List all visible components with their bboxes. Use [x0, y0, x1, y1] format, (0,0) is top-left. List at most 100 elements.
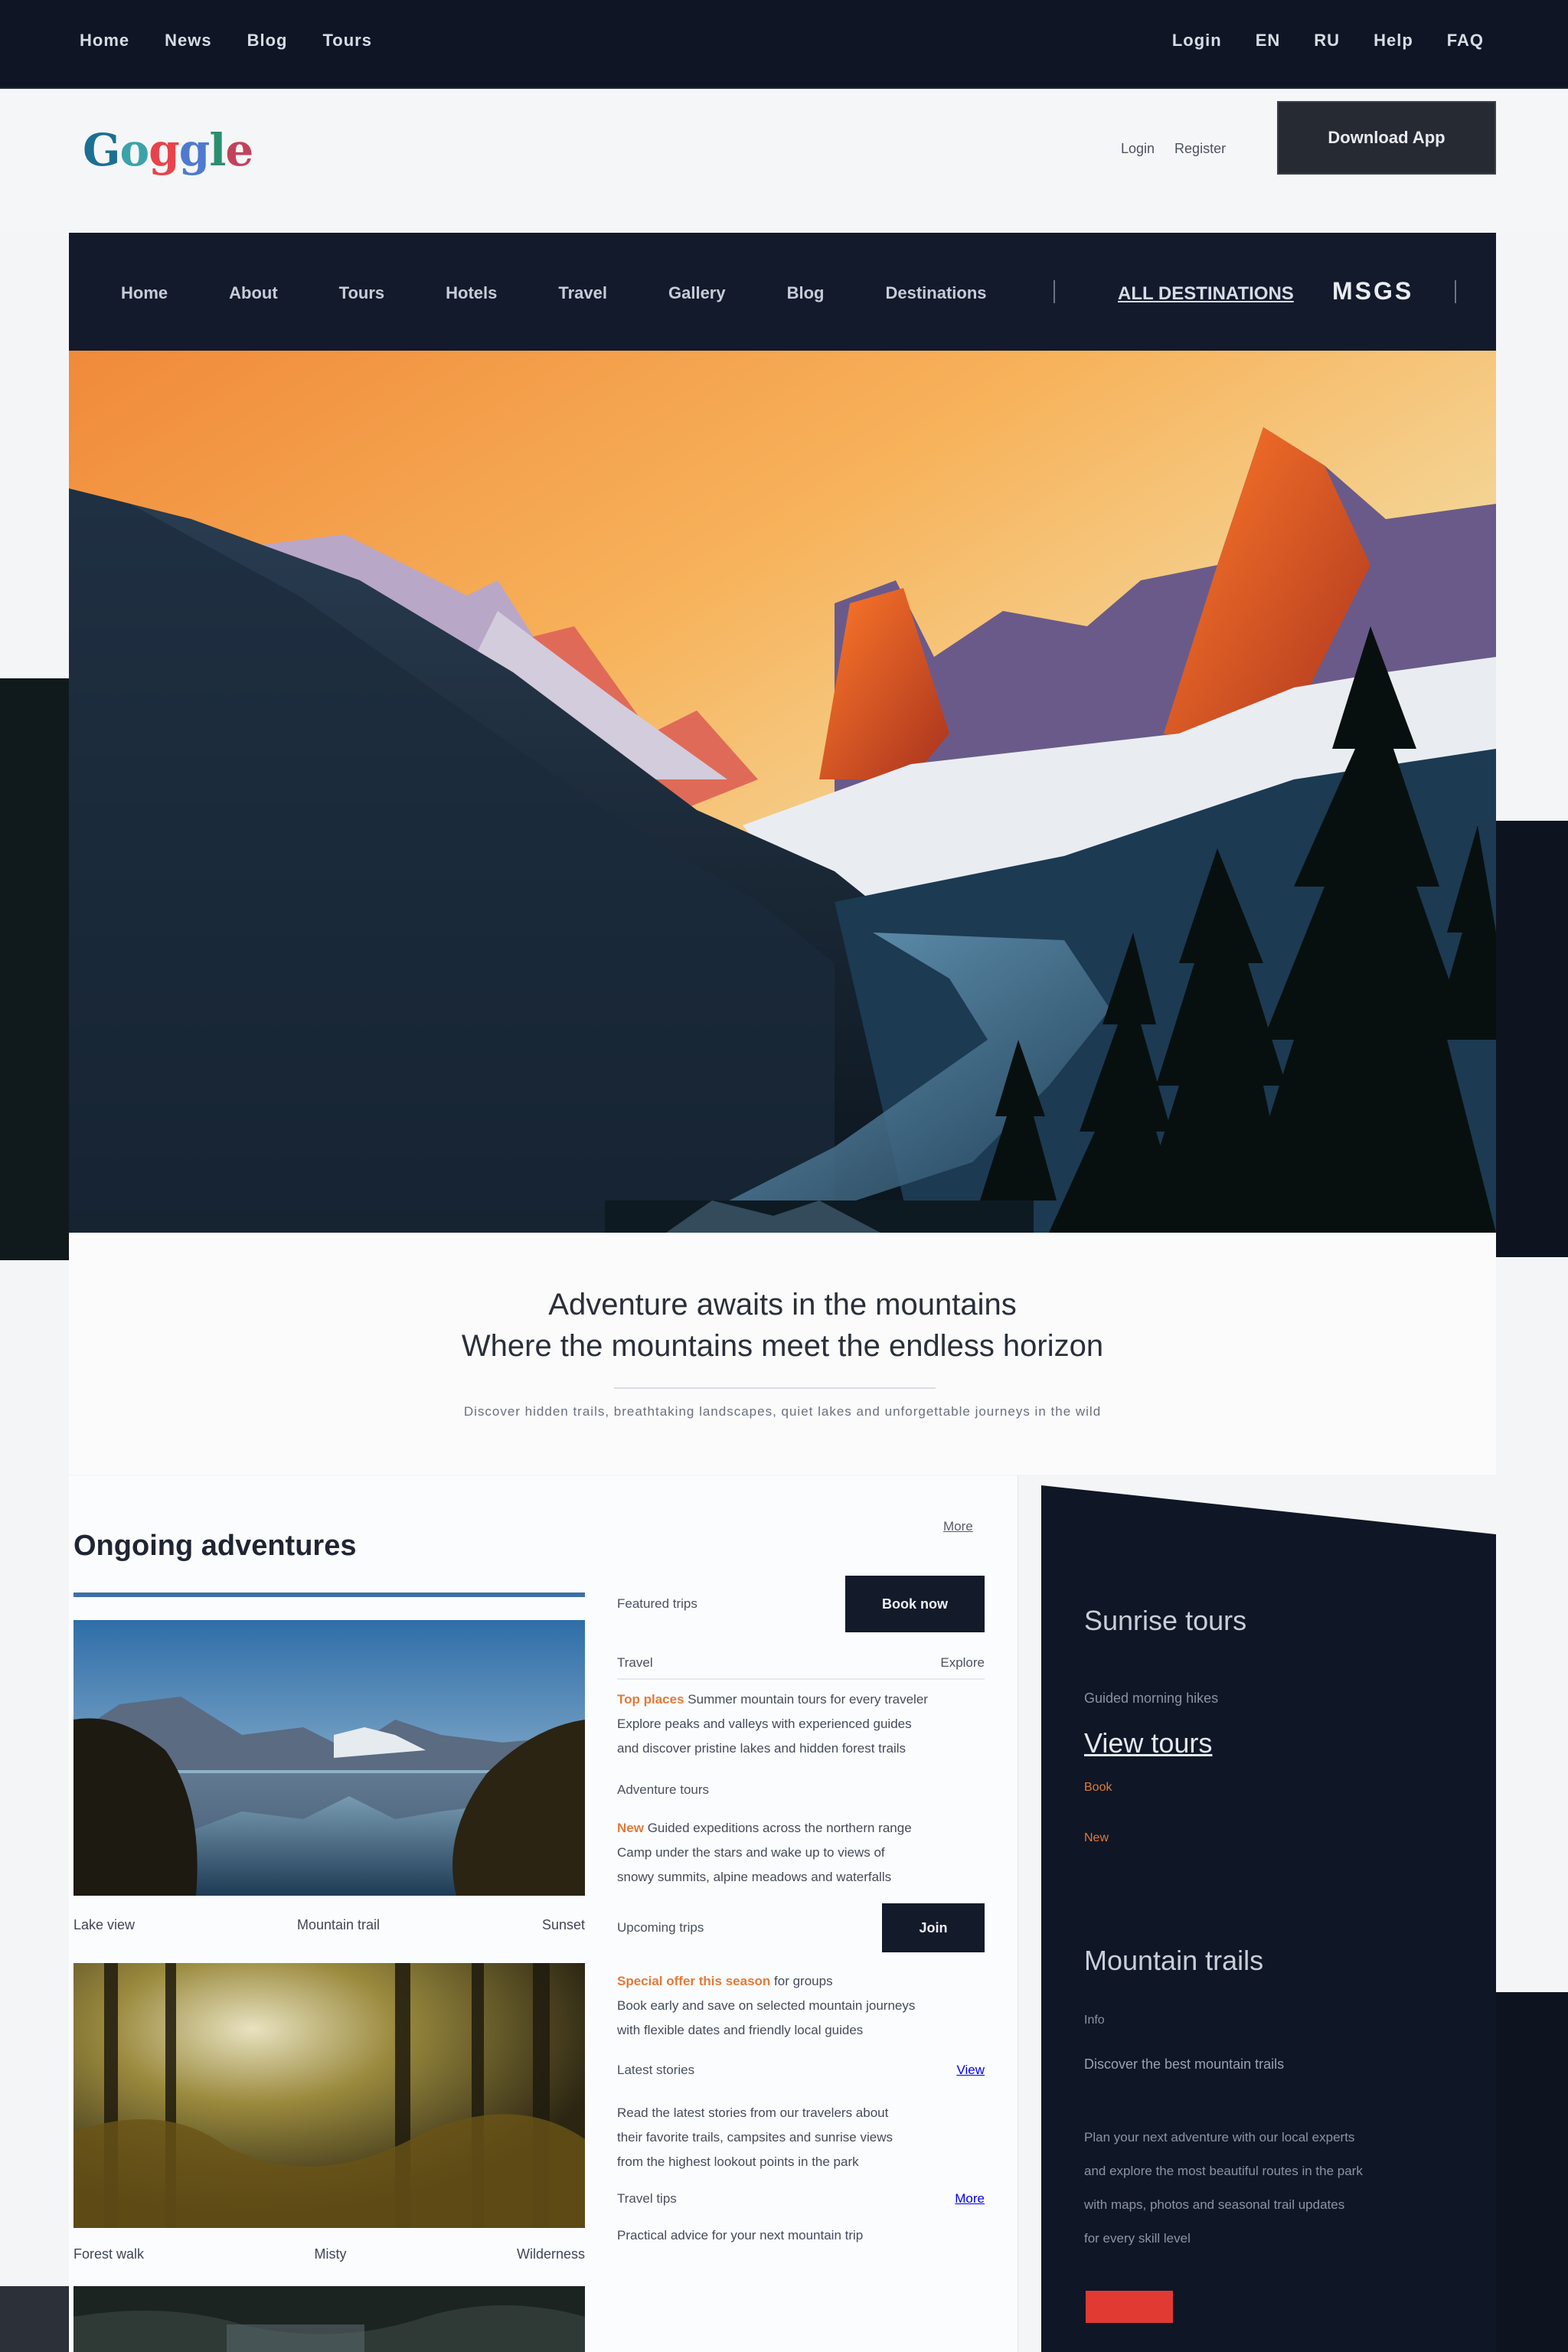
caption: Sunset [541, 1917, 585, 1932]
sidebar-line: with maps, photos and seasonal trail upd… [1084, 2197, 1345, 2212]
left-decor-band [0, 678, 69, 1260]
nav-item-travel[interactable]: Travel [558, 283, 607, 303]
sidebar-tag: Book [1084, 1781, 1112, 1794]
more-link[interactable]: More [955, 2191, 985, 2207]
top-link-lang-en[interactable]: EN [1256, 31, 1281, 51]
paragraph-line: their favorite trails, campsites and sun… [617, 2130, 893, 2145]
sidebar-heading: Sunrise tours [1084, 1605, 1247, 1636]
logo-letter: g [149, 124, 180, 176]
listing-header-row: Upcoming trips Join [617, 1903, 985, 1952]
join-button[interactable]: Join [882, 1903, 985, 1952]
listing-column: Featured trips Book now Travel Explore T… [617, 1576, 985, 2248]
paragraph-line: snowy summits, alpine meadows and waterf… [617, 1870, 892, 1884]
caption: Forest walk [74, 2246, 145, 2262]
sidebar-line: for every skill level [1084, 2231, 1191, 2246]
listing-meta-row: Travel Explore [617, 1655, 985, 1671]
right-decor-band [1496, 821, 1568, 1257]
intro-tagline: Discover hidden trails, breathtaking lan… [463, 1404, 1102, 1419]
paragraph-highlight: New [617, 1821, 644, 1835]
paragraph-text: for groups [774, 1974, 833, 1988]
listing-paragraph: Read the latest stories from our travele… [617, 2101, 985, 2174]
nav-divider [1054, 280, 1055, 303]
download-app-button[interactable]: Download App [1277, 101, 1496, 175]
title-underline [74, 1592, 585, 1597]
nav-item-about[interactable]: About [229, 283, 278, 303]
nav-all-destinations-link[interactable]: ALL DESTINATIONS [1118, 283, 1294, 305]
top-link-faq[interactable]: FAQ [1447, 31, 1484, 51]
site-header: Goggle Login Register Download App [0, 90, 1568, 233]
logo-letter: G [83, 124, 121, 176]
caption: Misty [314, 2246, 347, 2262]
view-link[interactable]: View [956, 2063, 985, 2078]
paragraph-highlight: Special offer this season [617, 1974, 771, 1988]
logo-letter: g [178, 124, 211, 176]
top-link-login[interactable]: Login [1172, 31, 1222, 51]
nav-item-home[interactable]: Home [121, 283, 168, 303]
lake-thumbnail[interactable] [74, 1620, 585, 1896]
forest-image [74, 1963, 585, 2228]
top-link-home[interactable]: Home [80, 31, 129, 51]
forest-thumbnail[interactable] [74, 1963, 585, 2228]
more-link[interactable]: More [943, 1519, 973, 1534]
sidebar-meta: Info [1084, 2014, 1105, 2027]
listing-meta-row: Latest stories View [617, 2063, 985, 2078]
nav-item-destinations[interactable]: Destinations [886, 283, 987, 303]
meta-right: Explore [940, 1655, 985, 1670]
sidebar-tag: New [1084, 1831, 1109, 1844]
paragraph-line: and discover pristine lakes and hidden f… [617, 1741, 906, 1756]
sidebar-line: Plan your next adventure with our local … [1084, 2130, 1355, 2145]
lake-image [74, 1620, 585, 1896]
caption-row: Lake view Mountain trail Sunset [74, 1917, 585, 1933]
sidebar-action-button[interactable] [1086, 2291, 1173, 2323]
sidebar-panel: Sunrise tours Guided morning hikes View … [1041, 1485, 1496, 2352]
meta-left: Travel tips [617, 2191, 677, 2206]
caption: Mountain trail [296, 1917, 381, 1932]
listing-paragraph: New Guided expeditions across the northe… [617, 1816, 985, 1890]
bottom-thumbnail[interactable] [74, 2286, 585, 2352]
bottom-left-decor-band [0, 2286, 72, 2352]
hero-mountain-image [69, 351, 1496, 1233]
sidebar-heading: Mountain trails [1084, 1945, 1264, 1976]
top-utility-bar: Home News Blog Tours Login EN RU Help FA… [0, 0, 1568, 89]
sidebar-view-tours-link[interactable]: View tours [1084, 1727, 1212, 1759]
right-decor-band-lower [1496, 1992, 1568, 2352]
paragraph-text: Guided expeditions across the northern r… [647, 1821, 912, 1835]
listing-meta-row: Adventure tours [617, 1782, 985, 1798]
top-link-news[interactable]: News [165, 31, 211, 51]
nav-item-gallery[interactable]: Gallery [668, 283, 726, 303]
meta-left: Latest stories [617, 2063, 695, 2077]
sidebar-body: Plan your next adventure with our local … [1084, 2121, 1436, 2256]
bottom-image [74, 2286, 585, 2352]
hero-illustration [69, 351, 1496, 1233]
top-link-help[interactable]: Help [1374, 31, 1413, 51]
top-nav-left: Home News Blog Tours [80, 31, 372, 51]
listing-paragraph: Special offer this season for groups Boo… [617, 1969, 985, 2043]
nav-item-hotels[interactable]: Hotels [446, 283, 497, 303]
listing-meta-row: Travel tips More [617, 2191, 985, 2207]
adventure-tours-label: Adventure tours [617, 1782, 710, 1797]
upcoming-trips-label: Upcoming trips [617, 1920, 704, 1935]
paragraph-line: Camp under the stars and wake up to view… [617, 1845, 885, 1860]
sidebar-line: and explore the most beautiful routes in… [1084, 2164, 1363, 2178]
nav-item-tours[interactable]: Tours [339, 283, 384, 303]
caption: Lake view [74, 1917, 136, 1932]
book-now-button[interactable]: Book now [845, 1576, 985, 1632]
logo-letter: o [119, 124, 150, 176]
listing-paragraph: Practical advice for your next mountain … [617, 2223, 985, 2248]
top-link-lang-ru[interactable]: RU [1314, 31, 1340, 51]
paragraph-highlight: Top places [617, 1692, 684, 1707]
header-register-link[interactable]: Register [1174, 141, 1226, 157]
nav-item-blog[interactable]: Blog [787, 283, 825, 303]
intro-subheadline: Where the mountains meet the endless hor… [461, 1329, 1104, 1363]
sidebar-subheading: Discover the best mountain trails [1084, 2056, 1285, 2072]
intro-divider [614, 1387, 936, 1389]
intro-section: Adventure awaits in the mountains Where … [69, 1234, 1496, 1475]
top-link-tours[interactable]: Tours [323, 31, 372, 51]
top-link-blog[interactable]: Blog [247, 31, 288, 51]
caption: Wilderness [516, 2246, 585, 2262]
site-logo[interactable]: Goggle [83, 124, 253, 176]
paragraph-line: from the highest lookout points in the p… [617, 2154, 859, 2169]
paragraph-text: Summer mountain tours for every traveler [688, 1692, 928, 1707]
header-login-link[interactable]: Login [1121, 141, 1155, 157]
top-nav-right: Login EN RU Help FAQ [1172, 31, 1484, 51]
